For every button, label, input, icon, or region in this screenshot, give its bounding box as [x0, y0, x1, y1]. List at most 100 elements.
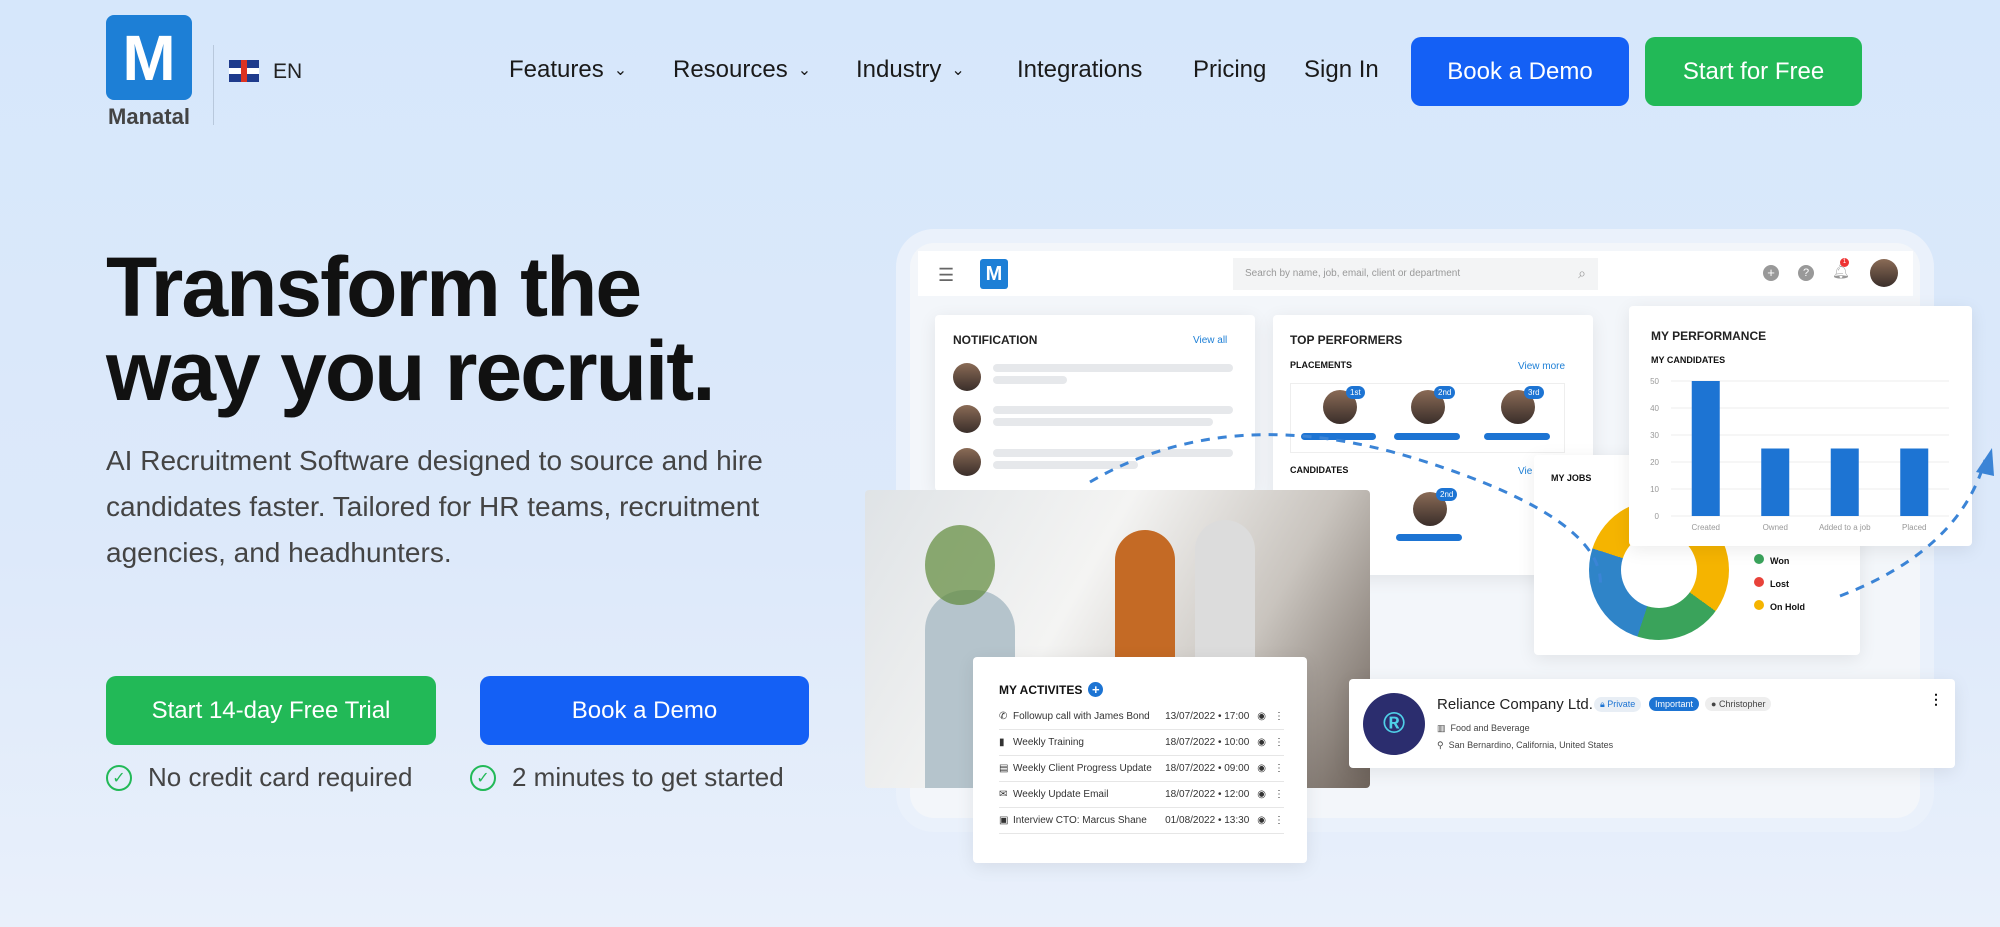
location: ⚲ San Bernardino, California, United Sta… [1437, 740, 1614, 750]
setup-time-note: ✓ 2 minutes to get started [470, 762, 784, 793]
start-free-button[interactable]: Start for Free [1645, 37, 1862, 106]
view-all-link[interactable]: View all [1193, 335, 1227, 346]
help-icon[interactable]: ? [1798, 265, 1814, 281]
nav-pricing[interactable]: Pricing [1193, 56, 1266, 84]
placeholder-line [993, 376, 1067, 384]
important-badge: Important [1649, 697, 1700, 711]
activity-row[interactable]: ✉ Weekly Update Email 18/07/2022 • 12:00 ◉ ⋮ [999, 782, 1284, 808]
hero-book-demo-button[interactable]: Book a Demo [480, 676, 809, 745]
clipboard-icon: ▤ [999, 763, 1009, 774]
view-more-link[interactable]: View more [1518, 361, 1565, 372]
nav-sign-in[interactable]: Sign In [1304, 56, 1379, 84]
activities-header: MY ACTIVITES + [999, 682, 1104, 697]
avatar [953, 405, 981, 433]
eye-icon[interactable]: ◉ [1257, 815, 1266, 826]
placements-label: PLACEMENTS [1290, 360, 1353, 370]
activity-time: 18/07/2022 • 09:00 [1165, 763, 1250, 774]
book-demo-button[interactable]: Book a Demo [1411, 37, 1629, 106]
eye-icon[interactable]: ◉ [1257, 763, 1266, 774]
no-credit-card-note: ✓ No credit card required [106, 762, 412, 793]
y-tick-label: 40 [1650, 404, 1659, 413]
activity-label: Weekly Client Progress Update [1013, 763, 1152, 774]
more-icon[interactable]: ⋮ [1274, 789, 1284, 800]
add-activity-icon[interactable]: + [1088, 682, 1104, 697]
more-icon[interactable]: ⋮ [1274, 763, 1284, 774]
phone-icon: ✆ [999, 711, 1008, 722]
add-icon[interactable]: + [1763, 265, 1779, 281]
title-line: way you recruit. [106, 324, 716, 418]
chart-subtitle: MY CANDIDATES [1651, 355, 1726, 365]
avatar [953, 363, 981, 391]
activity-row[interactable]: ▤ Weekly Client Progress Update 18/07/2022… [999, 756, 1284, 782]
note-text: 2 minutes to get started [512, 762, 784, 792]
mock-search-input[interactable]: Search by name, job, email, client or de… [1233, 258, 1598, 290]
activity-row[interactable]: ✆ Followup call with James Bond 13/07/2022… [999, 704, 1284, 730]
chevron-down-icon: ⌄ [797, 62, 812, 79]
check-circle-icon: ✓ [470, 764, 496, 791]
nav-resources[interactable]: Resources ⌄ [673, 56, 811, 84]
activity-time: 13/07/2022 • 17:00 [1165, 711, 1250, 722]
rank-badge: 2nd [1434, 386, 1456, 399]
rank-badge: 3rd [1524, 386, 1544, 399]
eye-icon[interactable]: ◉ [1257, 711, 1266, 722]
more-icon[interactable]: ⋮ [1274, 737, 1284, 748]
eye-icon[interactable]: ◉ [1257, 737, 1266, 748]
activity-label: Weekly Training [1013, 737, 1084, 748]
avatar [953, 448, 981, 476]
more-options-icon[interactable]: ⋮ [1929, 691, 1943, 708]
note-text: No credit card required [148, 762, 413, 792]
activity-label: Interview CTO: Marcus Shane [1013, 815, 1147, 826]
check-circle-icon: ✓ [106, 764, 132, 791]
activity-row[interactable]: ▮ Weekly Training 18/07/2022 • 10:00 ◉ ⋮ [999, 730, 1284, 756]
nav-label: Resources [673, 56, 788, 83]
rank-badge: 1st [1346, 386, 1365, 399]
company-name[interactable]: Reliance Company Ltd. [1437, 696, 1593, 713]
company-logo: ® [1363, 693, 1425, 755]
activity-label: Followup call with James Bond [1013, 711, 1150, 722]
nav-label: Industry [856, 56, 942, 83]
page-title: Transform the way you recruit. [106, 245, 716, 413]
language-selector[interactable]: EN [273, 60, 302, 84]
hero-subtitle: AI Recruitment Software designed to sour… [106, 445, 763, 568]
notification-badge: 1 [1840, 258, 1849, 267]
uk-flag-icon[interactable] [229, 60, 259, 82]
nav-industry[interactable]: Industry ⌄ [856, 56, 965, 84]
activity-time: 18/07/2022 • 12:00 [1165, 789, 1250, 800]
search-placeholder: Search by name, job, email, client or de… [1245, 268, 1461, 279]
menu-icon: ☰ [938, 265, 955, 285]
title-line: Transform the [106, 240, 642, 334]
badge-icon: ▣ [999, 815, 1009, 826]
mock-topbar: ☰ M Search by name, job, email, client o… [918, 251, 1913, 296]
activity-time: 01/08/2022 • 13:30 [1165, 815, 1250, 826]
dashed-arrow [1089, 433, 1994, 598]
avatar[interactable] [1870, 259, 1898, 287]
more-icon[interactable]: ⋮ [1274, 815, 1284, 826]
industry: ▥ Food and Beverage [1437, 723, 1530, 733]
card-title: TOP PERFORMERS [1290, 333, 1403, 347]
nav-features[interactable]: Features ⌄ [509, 56, 627, 84]
manatal-logo[interactable]: M [106, 15, 192, 100]
y-tick-label: 50 [1650, 377, 1659, 386]
free-trial-button[interactable]: Start 14-day Free Trial [106, 676, 436, 745]
company-card[interactable]: ® Reliance Company Ltd. 🔒︎ Private Impor… [1349, 679, 1955, 768]
private-badge: 🔒︎ Private [1594, 697, 1642, 712]
card-title: MY ACTIVITES [999, 682, 1083, 697]
activity-time: 18/07/2022 • 10:00 [1165, 737, 1250, 748]
placeholder-line [993, 364, 1233, 372]
eye-icon[interactable]: ◉ [1257, 789, 1266, 800]
training-icon: ▮ [999, 737, 1005, 748]
placeholder-line [993, 406, 1233, 414]
brand-name: Manatal [108, 104, 190, 129]
activity-label: Weekly Update Email [1013, 789, 1109, 800]
chevron-down-icon: ⌄ [613, 62, 628, 79]
email-icon: ✉ [999, 789, 1008, 800]
owner-chip: ● Christopher [1705, 697, 1772, 711]
nav-integrations[interactable]: Integrations [1017, 56, 1142, 84]
more-icon[interactable]: ⋮ [1274, 711, 1284, 722]
activity-row[interactable]: ▣ Interview CTO: Marcus Shane 01/08/2022 •… [999, 808, 1284, 834]
card-title: NOTIFICATION [953, 333, 1038, 347]
my-activities-card: MY ACTIVITES + ✆ Followup call with James … [973, 657, 1307, 863]
mock-logo: M [980, 259, 1008, 289]
card-title: MY PERFORMANCE [1651, 329, 1767, 343]
nav-label: Features [509, 56, 604, 83]
